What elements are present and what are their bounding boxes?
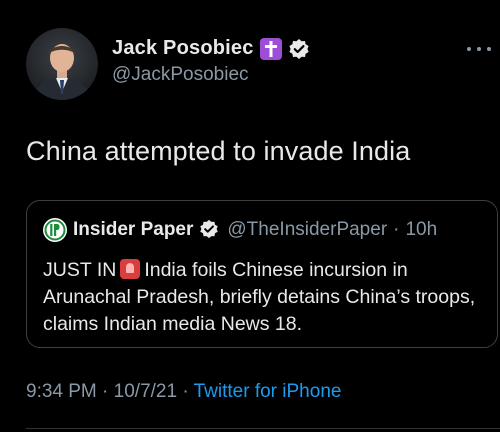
author-handle[interactable]: @JackPosobiec (112, 64, 249, 86)
author-display-name[interactable]: Jack Posobiec (112, 37, 254, 60)
quoted-verified-icon (199, 219, 221, 241)
quoted-display-name: Insider Paper (73, 219, 194, 240)
tweet-source-link[interactable]: Twitter for iPhone (194, 381, 342, 402)
author-avatar[interactable] (26, 28, 98, 100)
author-name-row: Jack Posobiec (112, 37, 310, 60)
tweet-date[interactable]: 10/7/21 (114, 381, 177, 402)
quoted-tweet-card[interactable]: Insider Paper @TheInsiderPaper · 10h JUS… (26, 200, 498, 348)
tweet-container: Jack Posobiec @JackPosobiec China attemp… (0, 0, 500, 432)
quoted-tweet-header: Insider Paper @TheInsiderPaper · 10h (43, 218, 437, 242)
quoted-text-prefix: JUST IN (43, 259, 117, 281)
cross-icon (259, 37, 282, 60)
tweet-meta: 9:34 PM · 10/7/21 · Twitter for iPhone (26, 381, 341, 403)
avatar-image (26, 28, 98, 100)
quoted-tweet-text: JUST IN India foils Chinese incursion in … (43, 257, 483, 338)
meta-separator: · (102, 381, 109, 402)
insider-paper-logo-icon (43, 218, 67, 242)
divider (26, 428, 500, 429)
tweet-text: China attempted to invade India (26, 136, 411, 166)
quoted-handle: @TheInsiderPaper (227, 219, 388, 240)
quoted-time: 10h (405, 219, 438, 240)
meta-separator-2: · (182, 381, 189, 402)
tweet-time[interactable]: 9:34 PM (26, 381, 97, 402)
quoted-separator: · (393, 219, 400, 240)
siren-icon (120, 259, 141, 279)
verified-icon (288, 38, 310, 60)
more-options-icon[interactable] (464, 42, 494, 56)
